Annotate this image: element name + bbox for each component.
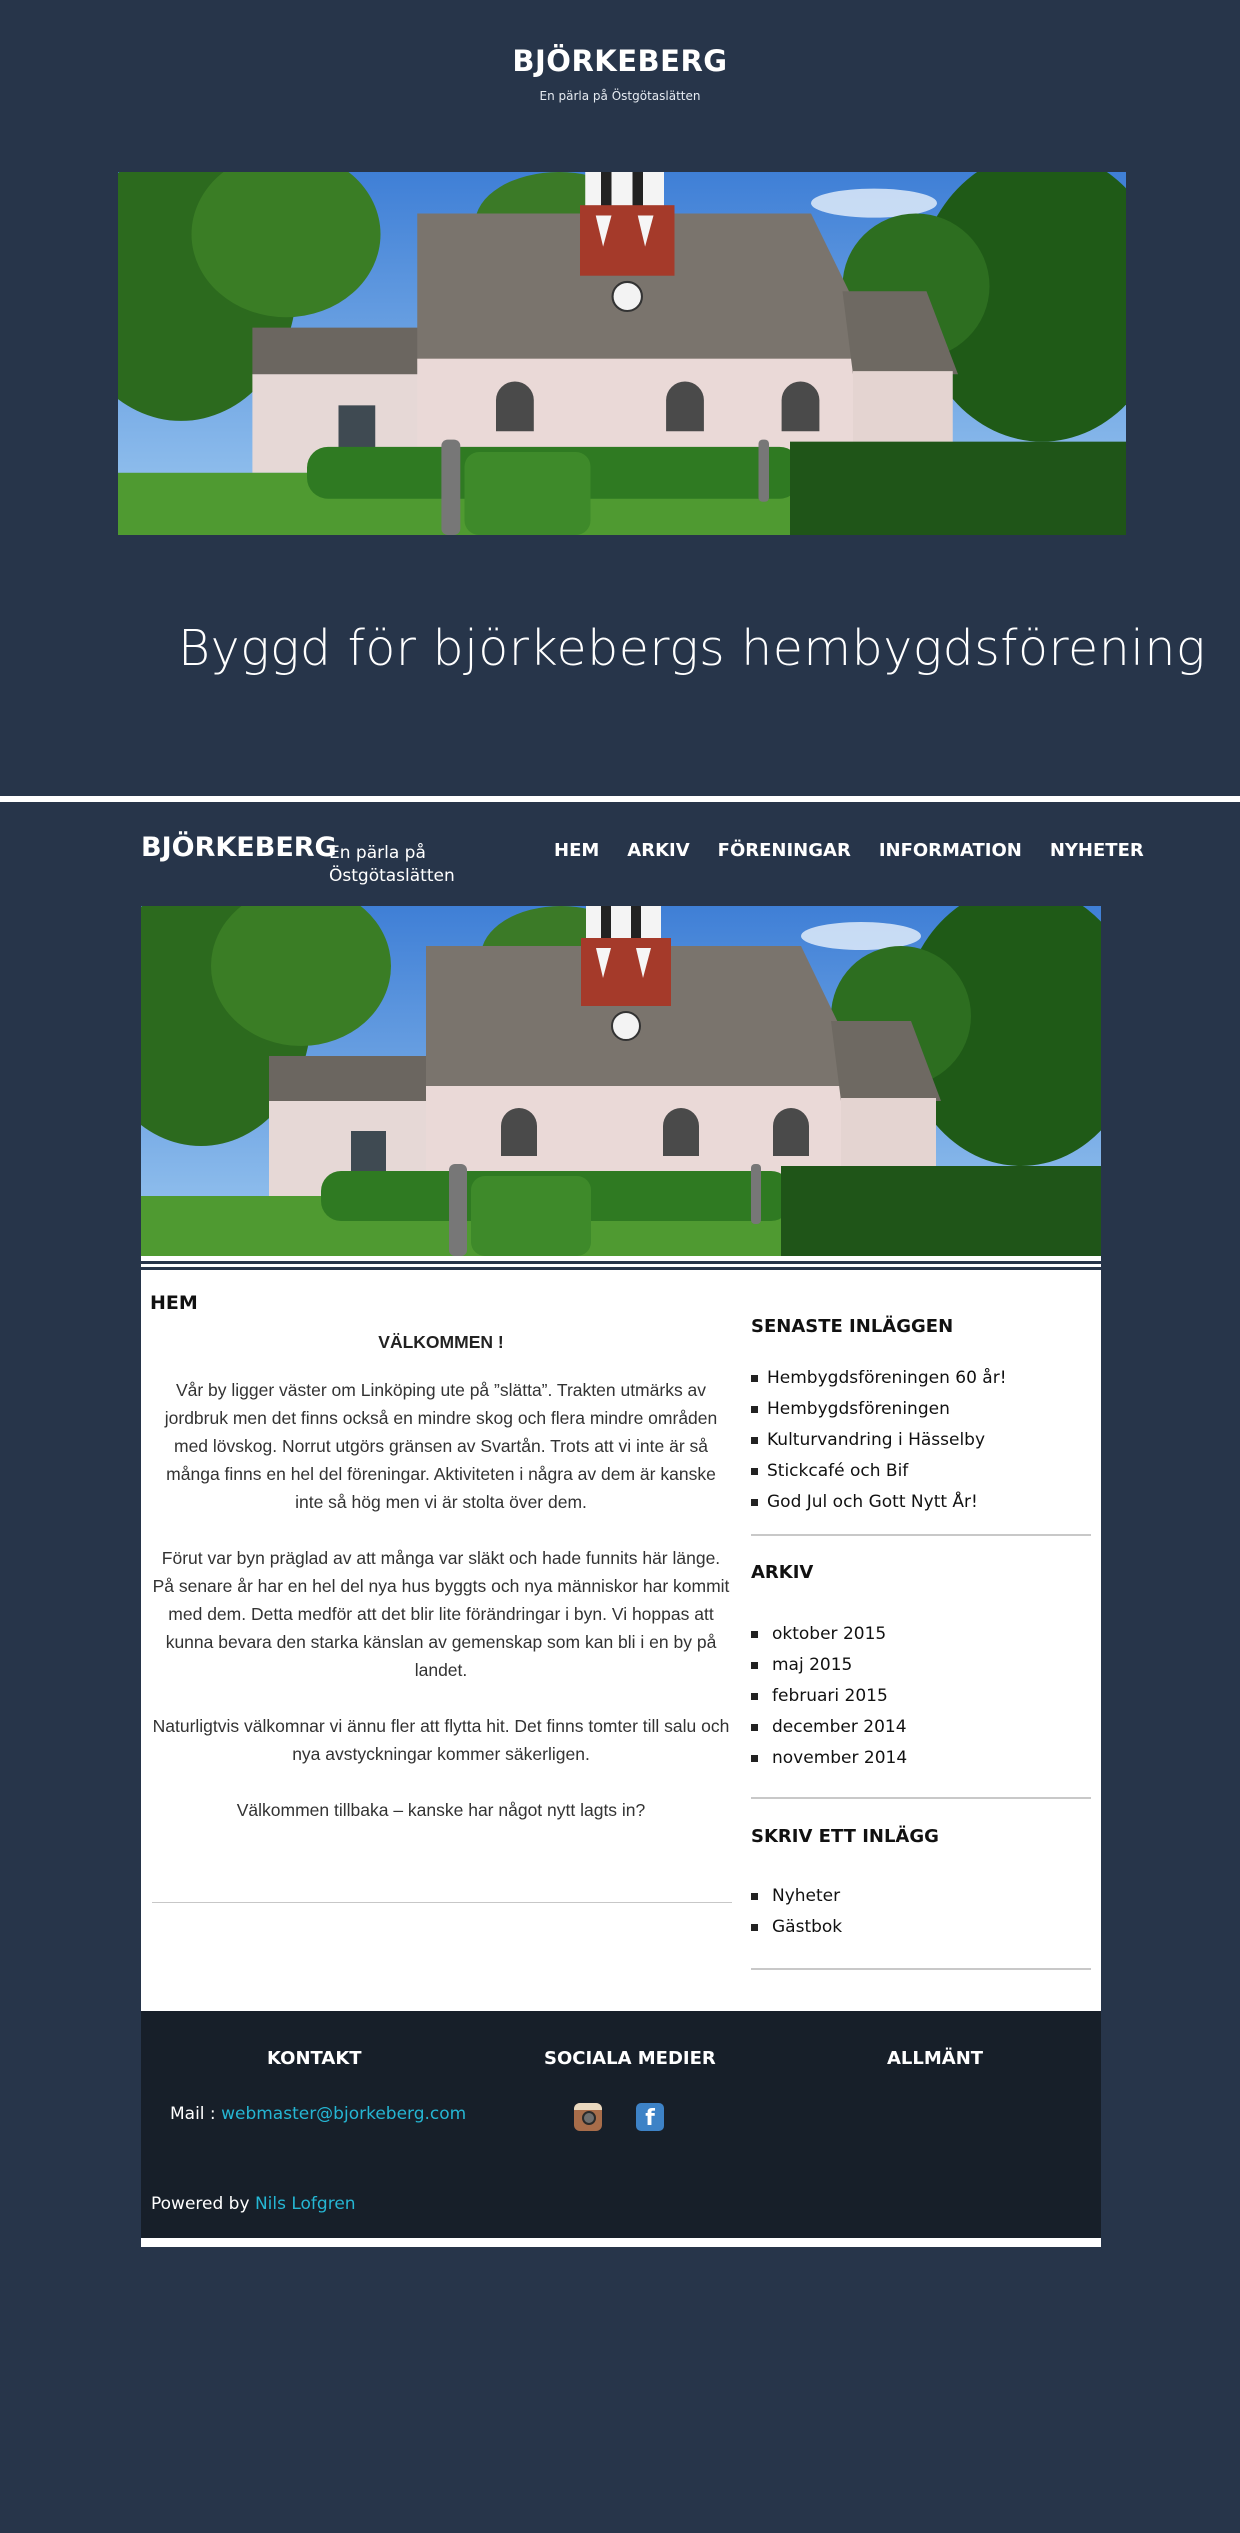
recent-posts-list: Hembygdsföreningen 60 år! Hembygdsföreni… [751, 1366, 1007, 1521]
sidebar-divider [751, 1968, 1091, 1970]
archive-link[interactable]: februari 2015 [751, 1684, 907, 1715]
archive-link[interactable]: november 2014 [751, 1746, 907, 1777]
archive-link[interactable]: maj 2015 [751, 1653, 907, 1684]
write-post-heading: SKRIV ETT INLÄGG [751, 1826, 939, 1847]
facebook-icon[interactable]: f [636, 2103, 664, 2131]
instagram-icon[interactable] [574, 2103, 602, 2131]
nav-item-arkiv[interactable]: ARKIV [613, 840, 703, 861]
nav-item-hem[interactable]: HEM [540, 840, 613, 861]
powered-by: Powered by Nils Lofgren [151, 2194, 356, 2214]
article-paragraph: Naturligtvis välkomnar vi ännu fler att … [152, 1716, 730, 1764]
footer-general-heading: ALLMÄNT [887, 2048, 984, 2069]
powered-author-link[interactable]: Nils Lofgren [255, 2194, 356, 2214]
site-tagline: En pärla på Östgötaslätten [329, 843, 455, 886]
write-post-list: Nyheter Gästbok [751, 1884, 842, 1946]
archive-heading: ARKIV [751, 1562, 814, 1583]
article-divider [152, 1902, 732, 1903]
nav-item-information[interactable]: INFORMATION [865, 840, 1036, 861]
recent-post-link[interactable]: God Jul och Gott Nytt År! [751, 1490, 1007, 1521]
recent-posts-heading: SENASTE INLÄGGEN [751, 1316, 954, 1337]
main-nav: HEM ARKIV FÖRENINGAR INFORMATION NYHETER [540, 840, 1158, 861]
site-logo[interactable]: BJÖRKEBERG [141, 832, 337, 863]
recent-post-link[interactable]: Hembygdsföreningen [751, 1397, 1007, 1428]
footer-contact-heading: KONTAKT [267, 2048, 362, 2069]
image-stripe [141, 1256, 1101, 1272]
recent-post-link[interactable]: Hembygdsföreningen 60 år! [751, 1366, 1007, 1397]
nav-item-foreningar[interactable]: FÖRENINGAR [704, 840, 865, 861]
mail-link[interactable]: webmaster@bjorkeberg.com [221, 2104, 466, 2124]
article-paragraph: Förut var byn präglad av att många var s… [152, 1548, 730, 1680]
breadcrumb: HEM [150, 1292, 198, 1314]
archive-list: oktober 2015 maj 2015 februari 2015 dece… [751, 1622, 907, 1777]
write-post-link[interactable]: Nyheter [751, 1884, 842, 1915]
sidebar-divider [751, 1534, 1091, 1536]
nav-item-nyheter[interactable]: NYHETER [1036, 840, 1158, 861]
recent-post-link[interactable]: Stickcafé och Bif [751, 1459, 1007, 1490]
write-post-link[interactable]: Gästbok [751, 1915, 842, 1946]
article-paragraph: Vår by ligger väster om Linköping ute på… [164, 1380, 718, 1512]
sidebar-divider [751, 1797, 1091, 1799]
article-paragraph: Välkommen tillbaka – kanske har något ny… [236, 1800, 646, 1820]
hero-image-main [141, 906, 1101, 1256]
recent-post-link[interactable]: Kulturvandring i Hässelby [751, 1428, 1007, 1459]
archive-link[interactable]: oktober 2015 [751, 1622, 907, 1653]
powered-label: Powered by [151, 2194, 250, 2214]
archive-link[interactable]: december 2014 [751, 1715, 907, 1746]
top-site-title[interactable]: BJÖRKEBERG [0, 44, 1240, 78]
hero-heading: Byggd för björkebergs hembygdsförening [178, 620, 1206, 677]
footer-social-heading: SOCIALA MEDIER [544, 2048, 716, 2069]
hero-image-top [118, 172, 1126, 535]
article-heading: VÄLKOMMEN ! [378, 1332, 504, 1352]
footer-bottom-bar [141, 2238, 1101, 2247]
article: VÄLKOMMEN ! Vår by ligger väster om Link… [150, 1330, 732, 1852]
section-divider [0, 796, 1240, 802]
footer-mail: Mail : webmaster@bjorkeberg.com [170, 2104, 466, 2124]
top-site-tagline: En pärla på Östgötaslätten [539, 89, 701, 103]
mail-label: Mail : [170, 2104, 216, 2124]
